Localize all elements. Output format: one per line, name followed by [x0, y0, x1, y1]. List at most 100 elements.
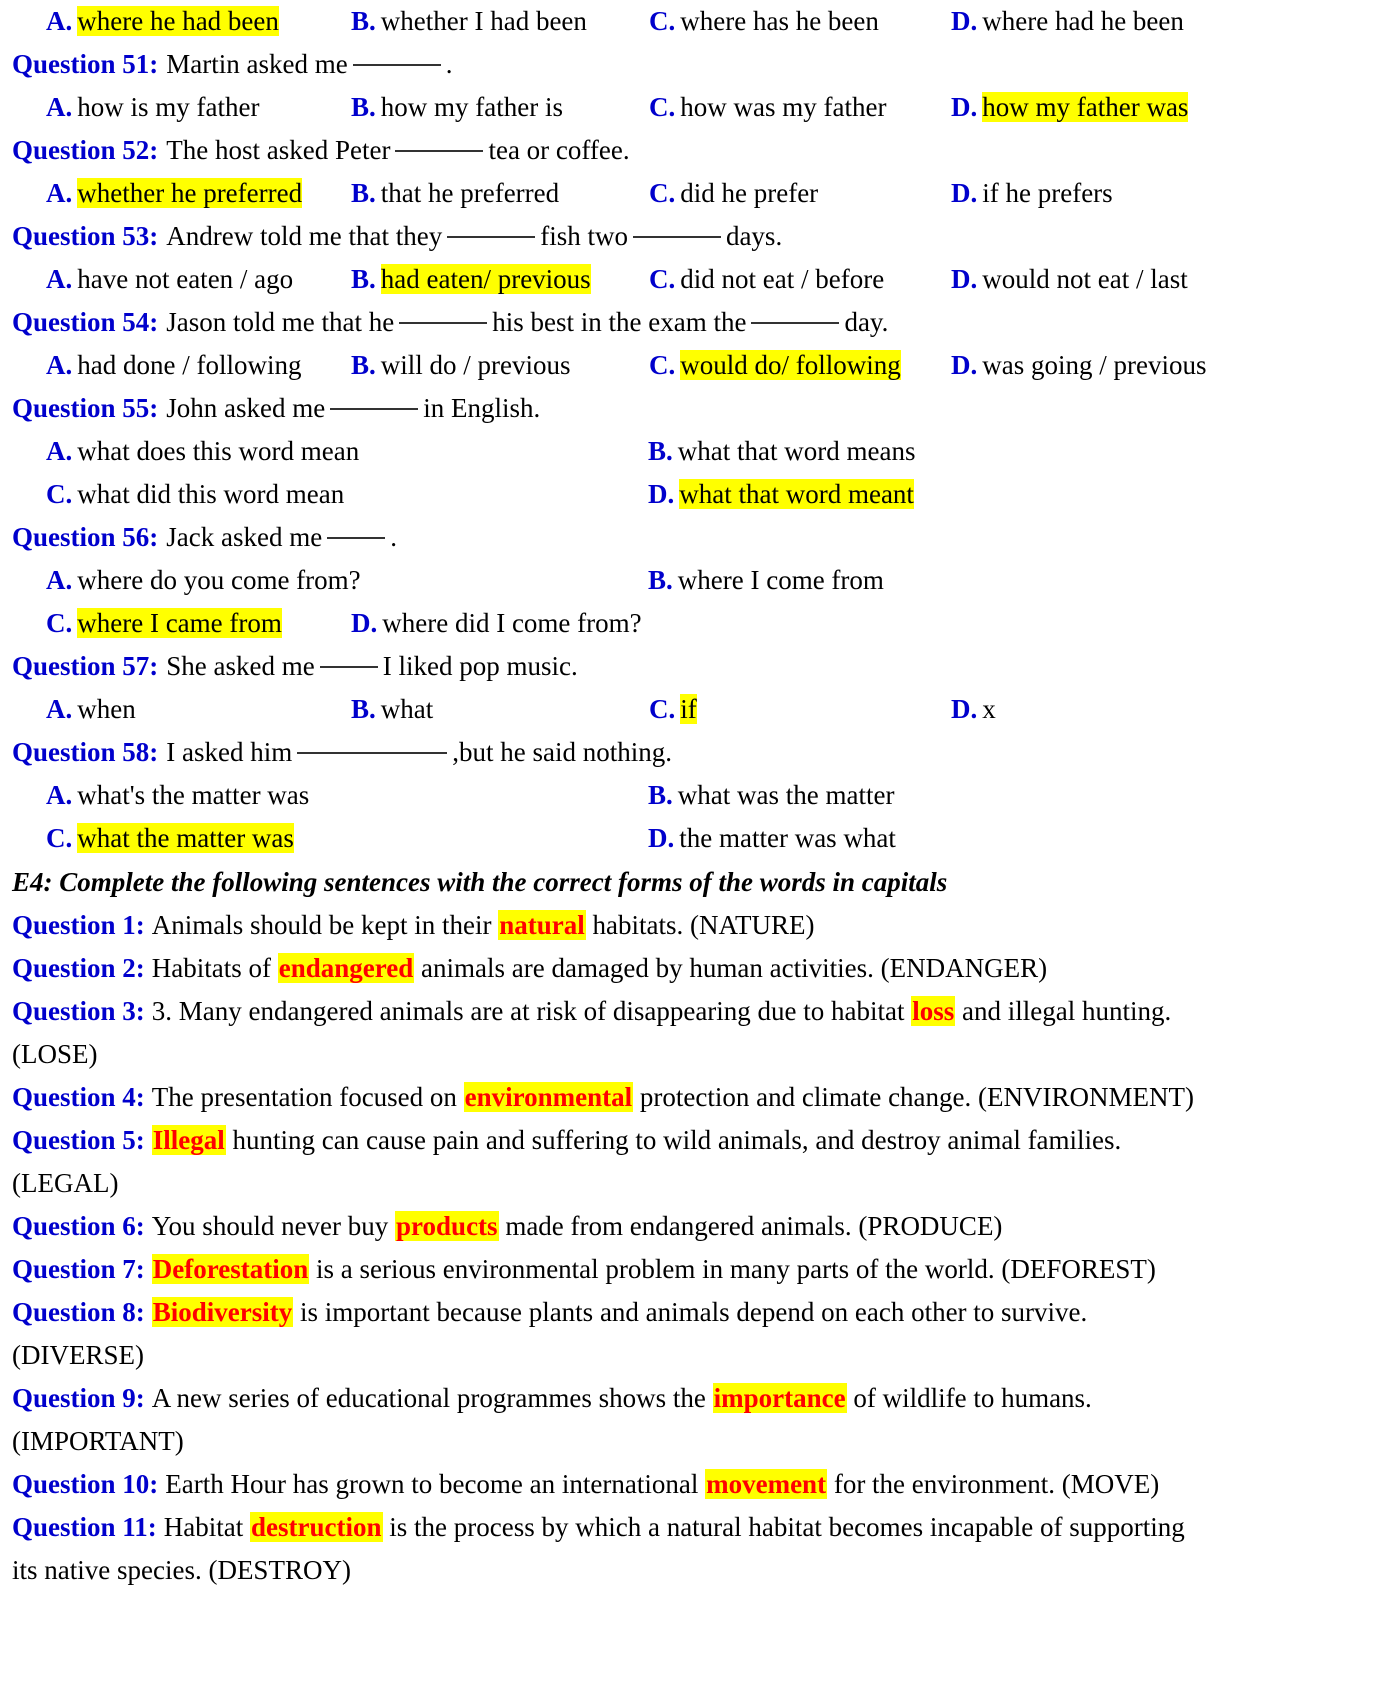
option-text: how my father is: [380, 92, 563, 122]
option-text: what's the matter was: [77, 780, 310, 810]
sentence-after: is a serious environmental problem in ma…: [309, 1254, 1156, 1284]
option-d[interactable]: D. how my father was: [951, 92, 1189, 122]
option-c[interactable]: C. what the matter was: [46, 823, 648, 853]
question-label: Question 55:: [12, 393, 159, 423]
option-text: where he had been: [77, 6, 279, 36]
option-text: what the matter was: [77, 823, 294, 853]
answer-blank[interactable]: [632, 235, 721, 238]
option-text: had eaten/ previous: [380, 264, 591, 294]
option-letter: D.: [951, 264, 978, 294]
option-b[interactable]: B. what was the matter: [648, 782, 894, 809]
option-letter: D.: [951, 178, 978, 208]
option-b[interactable]: B. how my father is: [351, 94, 649, 121]
option-a[interactable]: A. what's the matter was: [46, 782, 648, 809]
question-text-end: I liked pop music.: [382, 651, 578, 681]
option-letter: A.: [46, 264, 73, 294]
answer-word: importance: [712, 1383, 847, 1413]
option-a[interactable]: A. have not eaten / ago: [46, 266, 351, 293]
option-b[interactable]: B. what that word means: [648, 438, 915, 465]
option-text: how is my father: [77, 92, 260, 122]
option-text: have not eaten / ago: [77, 264, 294, 294]
option-text: where I come from: [677, 565, 884, 595]
option-c[interactable]: C. did he prefer: [649, 180, 951, 207]
answer-blank[interactable]: [399, 321, 488, 324]
option-b[interactable]: B. that he preferred: [351, 180, 649, 207]
option-a[interactable]: A. how is my father: [46, 94, 351, 121]
answer-blank[interactable]: [447, 235, 536, 238]
option-d[interactable]: D. where had he been: [951, 8, 1184, 35]
option-a[interactable]: A. what does this word mean: [46, 438, 648, 465]
sentence-before: A new series of educational programmes s…: [151, 1383, 713, 1413]
option-b[interactable]: B. will do / previous: [351, 352, 649, 379]
option-text: whether he preferred: [77, 178, 303, 208]
option-c[interactable]: C. what did this word mean: [46, 481, 648, 508]
e4-continuation: (DIVERSE): [12, 1340, 144, 1370]
answer-blank[interactable]: [330, 407, 419, 410]
answer-blank[interactable]: [352, 63, 441, 66]
option-a[interactable]: A. where he had been: [46, 6, 351, 36]
option-text: did not eat / before: [680, 264, 885, 294]
option-d[interactable]: D. the matter was what: [648, 825, 896, 852]
option-a[interactable]: A. whether he preferred: [46, 178, 351, 208]
option-a[interactable]: A. where do you come from?: [46, 567, 648, 594]
e4-continuation: (LEGAL): [12, 1168, 119, 1198]
option-c[interactable]: C. would do/ following: [649, 350, 951, 380]
option-d[interactable]: D. x: [951, 696, 996, 723]
option-c[interactable]: C. where I came from: [46, 608, 351, 638]
option-d[interactable]: D. what that word meant: [648, 479, 914, 509]
question-stem: Question 58: I asked him ,but he said noth…: [0, 731, 1396, 774]
sentence-after: protection and climate change. (ENVIRONM…: [633, 1082, 1194, 1112]
option-b[interactable]: B. where I come from: [648, 567, 884, 594]
option-text: if he prefers: [982, 178, 1113, 208]
question-stem: Question 56: Jack asked me.: [0, 516, 1396, 559]
option-d[interactable]: D. if he prefers: [951, 180, 1113, 207]
option-letter: A.: [46, 436, 73, 466]
option-d[interactable]: D. would not eat / last: [951, 266, 1188, 293]
option-text: did he prefer: [680, 178, 819, 208]
option-b[interactable]: B. what: [351, 696, 649, 723]
option-c[interactable]: C. if: [649, 694, 951, 724]
answer-word: endangered: [277, 953, 415, 983]
option-text: where had he been: [982, 6, 1184, 36]
question-text: The host asked Peter: [166, 135, 391, 165]
option-c[interactable]: C. where has he been: [649, 8, 951, 35]
option-d[interactable]: D. was going / previous: [951, 352, 1206, 379]
option-text: how my father was: [982, 92, 1189, 122]
option-letter: D.: [951, 92, 978, 122]
question-label: Question 9:: [12, 1383, 145, 1413]
option-a[interactable]: A. when: [46, 696, 351, 723]
answer-word: environmental: [463, 1082, 634, 1112]
option-letter: D.: [951, 350, 978, 380]
question-text-end: .: [390, 522, 397, 552]
option-a[interactable]: A. had done / following: [46, 352, 351, 379]
sentence-after: habitats. (NATURE): [585, 910, 815, 940]
option-letter: D.: [648, 479, 675, 509]
e4-item: Question 10: Earth Hour has grown to beco…: [0, 1463, 1396, 1506]
answer-word: Biodiversity: [151, 1297, 294, 1327]
question-text: Andrew told me that they: [166, 221, 443, 251]
answer-blank[interactable]: [327, 536, 386, 539]
option-text: was going / previous: [982, 350, 1207, 380]
e4-continuation: (LOSE): [12, 1039, 98, 1069]
sentence-before: Earth Hour has grown to become an intern…: [165, 1469, 706, 1499]
question-text-end: .: [445, 49, 453, 79]
question-text-end: ,but he said nothing.: [452, 737, 672, 767]
answer-blank[interactable]: [395, 149, 484, 152]
option-c[interactable]: C. how was my father: [649, 94, 951, 121]
option-letter: B.: [648, 565, 673, 595]
question-label: Question 2:: [12, 953, 145, 983]
answer-blank[interactable]: [751, 321, 840, 324]
e4-item: Question 1: Animals should be kept in the…: [0, 904, 1396, 947]
option-b[interactable]: B. whether I had been: [351, 8, 649, 35]
option-d[interactable]: D. where did I come from?: [351, 610, 642, 637]
option-letter: B.: [351, 92, 376, 122]
option-c[interactable]: C. did not eat / before: [649, 266, 951, 293]
option-b[interactable]: B. had eaten/ previous: [351, 264, 649, 294]
answer-blank[interactable]: [297, 751, 448, 754]
sentence-before: You should never buy: [151, 1211, 396, 1241]
option-row: A. when B. what C. if D. x: [0, 688, 1396, 731]
option-text: that he preferred: [380, 178, 560, 208]
e4-item: Question 6: You should never buy products…: [0, 1205, 1396, 1248]
answer-blank[interactable]: [319, 665, 378, 668]
question-label: Question 3:: [12, 996, 145, 1026]
